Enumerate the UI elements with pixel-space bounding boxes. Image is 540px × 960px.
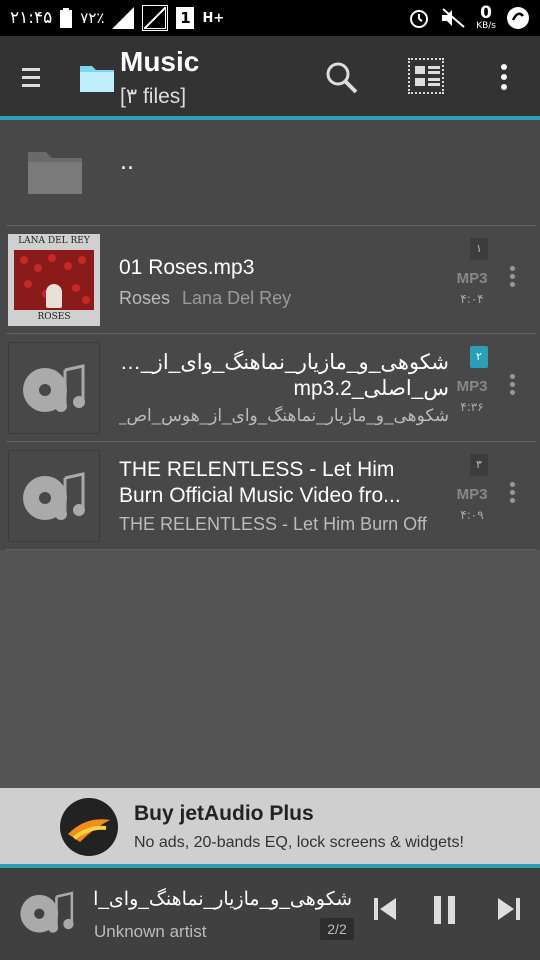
pause-button[interactable]	[432, 896, 458, 928]
clock: ۲۱:۴۵	[10, 8, 53, 28]
now-playing-title: شکوهی_و_مازیار_نماهنگ_وای_از_	[94, 889, 352, 910]
track-title-line2: س_اصلی_mp3.2	[293, 377, 450, 400]
pause-icon	[434, 896, 455, 924]
overflow-menu-button[interactable]	[498, 64, 510, 92]
view-mode-button[interactable]	[408, 58, 444, 94]
track-format: MP3	[456, 486, 488, 503]
now-playing-artist: Unknown artist	[94, 922, 207, 941]
queue-position: 2/2	[320, 918, 354, 940]
sim-badge: 1	[176, 7, 195, 29]
now-playing-art-icon	[18, 888, 76, 940]
ad-banner[interactable]: Buy jetAudio Plus No ads, 20-bands EQ, l…	[0, 788, 540, 864]
app-bar: Music [۳ files]	[0, 36, 540, 116]
signal-icon	[112, 7, 135, 29]
next-icon	[498, 898, 520, 920]
track-index: ۱	[470, 238, 488, 260]
parent-folder-label: ..	[120, 150, 134, 175]
status-bar: ۲۱:۴۵ ۷۲٪ 1 H+ 0 KB/s	[0, 0, 540, 36]
drawer-menu-button[interactable]	[22, 68, 40, 88]
track-index: ۳	[470, 454, 488, 476]
parent-folder-icon	[26, 146, 84, 200]
album-art: LANA DEL REY ROSES	[8, 234, 100, 326]
mini-player[interactable]: شکوهی_و_مازیار_نماهنگ_وای_از_ Unknown ar…	[0, 868, 540, 960]
battery-icon	[60, 8, 73, 28]
signal-icon-2	[142, 5, 169, 31]
music-placeholder-icon	[8, 342, 100, 434]
track-format: MP3	[456, 270, 488, 287]
network-speed: 0 KB/s	[476, 3, 496, 31]
track-subtitle: شکوهی_و_مازیار_نماهنگ_وای_از_هوس_اص_	[119, 406, 449, 425]
empty-area	[0, 550, 540, 788]
page-title: Music	[120, 46, 200, 77]
item-menu-button[interactable]	[508, 266, 516, 294]
track-title-line1: THE RELENTLESS - Let Him	[119, 458, 395, 481]
track-album: Roses	[119, 288, 171, 308]
battery-percent: ۷۲٪	[80, 9, 105, 27]
network-type: H+	[202, 10, 225, 26]
track-index: ۲	[470, 346, 488, 368]
track-duration: ۴:۰۴	[460, 292, 484, 306]
alarm-icon	[408, 7, 430, 29]
track-title-line2: Burn Official Music Video fro...	[119, 484, 401, 507]
track-duration: ۴:۰۹	[460, 508, 484, 522]
previous-icon	[374, 898, 396, 920]
search-button[interactable]	[324, 60, 360, 100]
ad-title: Buy jetAudio Plus	[134, 802, 314, 825]
file-list: .. LANA DEL REY ROSES 01 Roses.mp3 Roses…	[0, 120, 540, 550]
list-item[interactable]: شکوهی_و_مازیار_نماهنگ_وای_از_هو_ س_اصلی_…	[6, 336, 536, 442]
track-artist: Lana Del Rey	[182, 288, 292, 308]
jetaudio-logo	[60, 798, 118, 856]
album-art-artist: LANA DEL REY	[18, 236, 90, 246]
item-menu-button[interactable]	[508, 374, 516, 402]
list-item[interactable]: LANA DEL REY ROSES 01 Roses.mp3 Roses Lan…	[6, 228, 536, 334]
track-title: 01 Roses.mp3	[119, 256, 255, 279]
music-placeholder-icon	[8, 450, 100, 542]
search-icon	[326, 62, 358, 94]
ad-subtitle: No ads, 20-bands EQ, lock screens & widg…	[134, 834, 464, 851]
folder-icon	[78, 60, 116, 98]
mute-icon	[440, 7, 466, 29]
next-button[interactable]	[496, 896, 522, 926]
list-item[interactable]: THE RELENTLESS - Let Him Burn Official M…	[6, 444, 536, 550]
previous-button[interactable]	[372, 896, 398, 926]
track-title-line1: شکوهی_و_مازیار_نماهنگ_وای_از_هو_	[119, 351, 449, 374]
album-art-title: ROSES	[37, 312, 71, 322]
track-meta: Roses Lana Del Rey	[119, 288, 449, 309]
item-menu-button[interactable]	[508, 482, 516, 510]
track-format: MP3	[456, 378, 488, 395]
track-duration: ۴:۳۶	[460, 400, 484, 414]
file-count: [۳ files]	[120, 85, 187, 108]
app-status-icon	[506, 6, 530, 30]
parent-folder-row[interactable]: ..	[6, 120, 536, 226]
track-subtitle: THE RELENTLESS - Let Him Burn Off	[119, 514, 427, 534]
